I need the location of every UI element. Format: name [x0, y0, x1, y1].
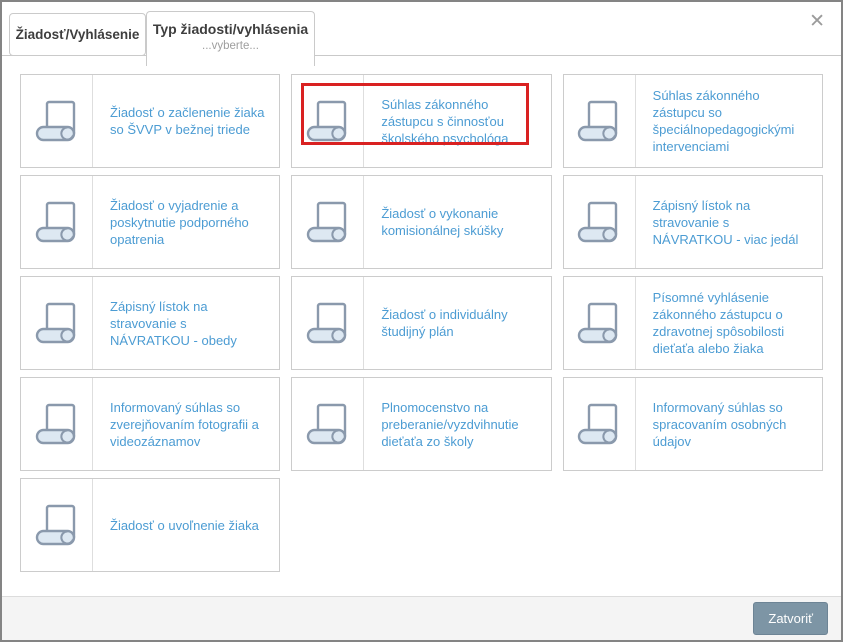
- card-zaclenenie-ziaka[interactable]: Žiadosť o začlenenie žiaka so ŠVVP v bež…: [20, 74, 281, 168]
- card-uvolnenie-ziaka[interactable]: Žiadosť o uvoľnenie žiaka: [20, 478, 281, 572]
- document-scroll-icon: [564, 277, 636, 369]
- dialog-footer: Zatvoriť: [2, 596, 841, 640]
- document-scroll-icon: [564, 176, 636, 268]
- request-type-label: Žiadosť o vyjadrenie a poskytnutie podpo…: [110, 197, 249, 247]
- request-type-label: Plnomocenstvo na preberanie/vyzdvihnutie…: [381, 399, 519, 449]
- request-type-label: Žiadosť o začlenenie žiaka so ŠVVP v bež…: [110, 105, 265, 137]
- tab-subtitle: ...vyberte...: [202, 40, 259, 52]
- document-scroll-icon: [21, 75, 93, 167]
- request-type-dialog: Žiadosť/Vyhlásenie Typ žiadosti/vyhlásen…: [0, 0, 843, 642]
- zatvorit-button[interactable]: Zatvoriť: [753, 602, 828, 635]
- tab-title: Typ žiadosti/vyhlásenia: [152, 21, 309, 37]
- card-osobne-udaje[interactable]: Informovaný súhlas so spracovaním osobný…: [562, 377, 823, 471]
- document-scroll-icon: [292, 277, 365, 369]
- tab-ziadost-vyhlasenie[interactable]: Žiadosť/Vyhlásenie: [9, 13, 146, 56]
- request-type-grid: Žiadosť o začlenenie žiaka so ŠVVP v bež…: [2, 65, 841, 572]
- document-scroll-icon: [292, 378, 365, 470]
- card-zdravotna-sposobilost[interactable]: Písomné vyhlásenie zákonného zástupcu o …: [562, 276, 823, 370]
- tab-typ-ziadosti[interactable]: Typ žiadosti/vyhlásenia ...vyberte...: [146, 11, 315, 66]
- card-individualny-plan[interactable]: Žiadosť o individuálny študijný plán: [291, 276, 552, 370]
- card-stravovanie-viac-jedal[interactable]: Zápisný lístok na stravovanie s NÁVRATKO…: [562, 175, 823, 269]
- document-scroll-icon: [21, 378, 93, 470]
- request-type-label: Súhlas zákonného zástupcu so špeciálnope…: [652, 88, 795, 154]
- request-type-label: Žiadosť o individuálny študijný plán: [381, 307, 508, 339]
- request-type-label: Zápisný lístok na stravovanie s NÁVRATKO…: [110, 298, 237, 348]
- document-scroll-icon: [21, 277, 93, 369]
- request-type-label: Žiadosť o uvoľnenie žiaka: [110, 517, 259, 533]
- request-type-label: Písomné vyhlásenie zákonného zástupcu o …: [652, 290, 785, 356]
- request-type-label: Súhlas zákonného zástupcu s činnosťou šk…: [381, 96, 509, 146]
- card-suhlas-psycholog[interactable]: Súhlas zákonného zástupcu s činnosťou šk…: [291, 74, 552, 168]
- document-scroll-icon: [292, 176, 365, 268]
- document-scroll-icon: [292, 75, 365, 167]
- document-scroll-icon: [564, 378, 636, 470]
- card-plnomocenstvo[interactable]: Plnomocenstvo na preberanie/vyzdvihnutie…: [291, 377, 552, 471]
- document-scroll-icon: [564, 75, 636, 167]
- dialog-header: Žiadosť/Vyhlásenie Typ žiadosti/vyhlásen…: [2, 2, 841, 66]
- card-suhlas-specialnopedagogicke[interactable]: Súhlas zákonného zástupcu so špeciálnope…: [562, 74, 823, 168]
- card-fotografie-videozaznamy[interactable]: Informovaný súhlas so zverejňovaním foto…: [20, 377, 281, 471]
- close-icon[interactable]: ✕: [809, 12, 825, 31]
- document-scroll-icon: [21, 176, 93, 268]
- card-podporne-opatrenie[interactable]: Žiadosť o vyjadrenie a poskytnutie podpo…: [20, 175, 281, 269]
- card-komisionalna-skuska[interactable]: Žiadosť o vykonanie komisionálnej skúšky: [291, 175, 552, 269]
- request-type-label: Informovaný súhlas so spracovaním osobný…: [652, 399, 787, 449]
- request-type-label: Zápisný lístok na stravovanie s NÁVRATKO…: [652, 197, 799, 247]
- request-type-label: Informovaný súhlas so zverejňovaním foto…: [110, 399, 259, 449]
- request-type-label: Žiadosť o vykonanie komisionálnej skúšky: [381, 206, 504, 238]
- document-scroll-icon: [21, 479, 93, 571]
- card-stravovanie-obedy[interactable]: Zápisný lístok na stravovanie s NÁVRATKO…: [20, 276, 281, 370]
